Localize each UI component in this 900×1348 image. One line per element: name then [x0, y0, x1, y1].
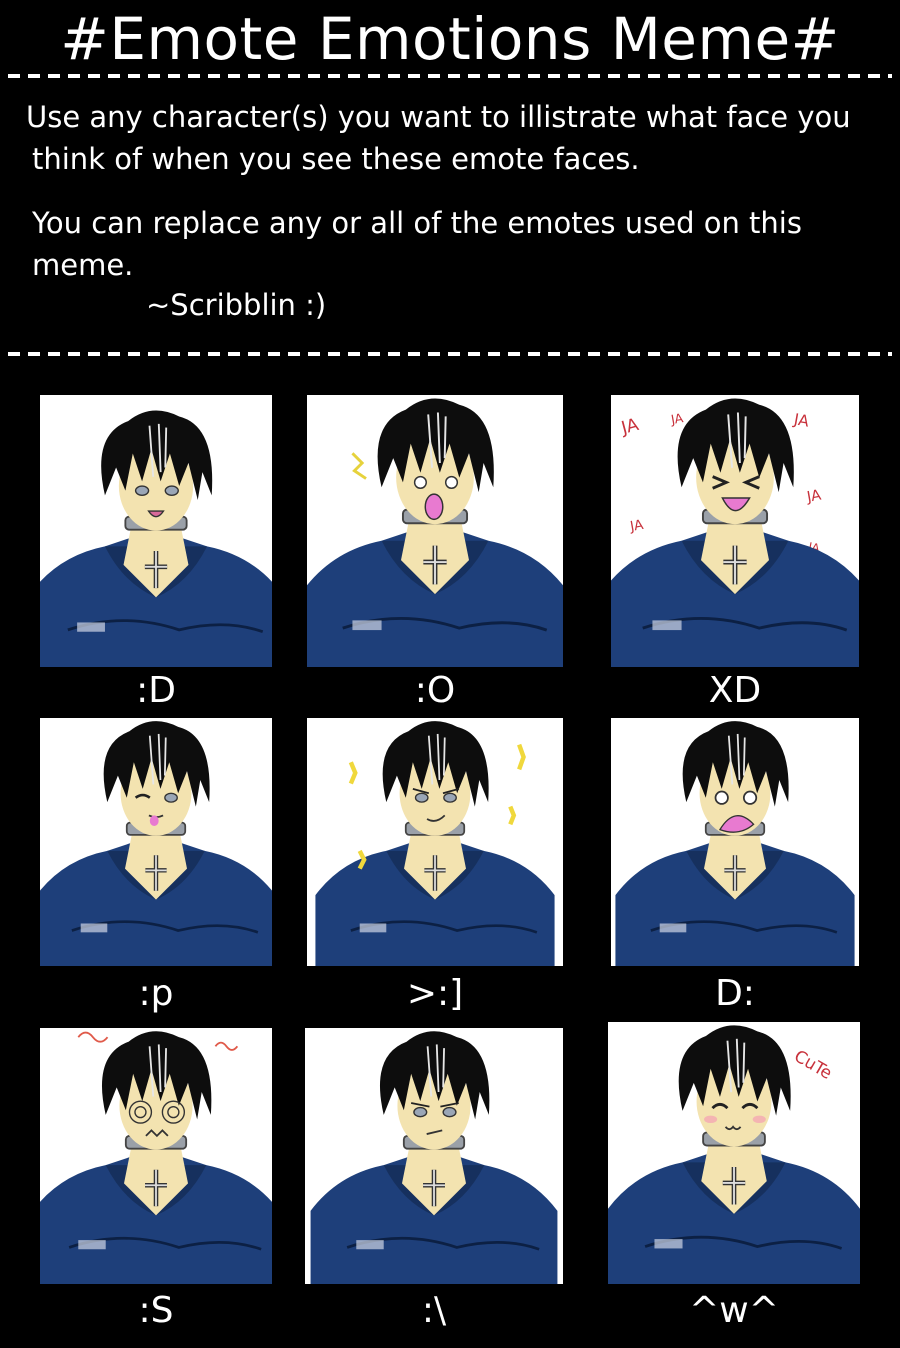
character-illustration	[307, 398, 563, 667]
ja-doodle: JA	[805, 487, 823, 506]
emote-panel-8	[305, 1028, 563, 1284]
character-illustration	[615, 721, 855, 966]
emote-label: D:	[715, 973, 755, 1014]
intro-line-2: think of when you see these emote faces.	[32, 142, 640, 176]
emote-panel-4	[40, 718, 272, 966]
ja-doodle: JA	[628, 517, 645, 535]
intro-line-1: Use any character(s) you want to illistr…	[26, 100, 851, 134]
emote-panel-3: JAJAJAJAJAJAJAJA	[611, 395, 859, 667]
emote-panel-9: CuTe	[608, 1022, 860, 1284]
emote-label: :S	[138, 1290, 174, 1331]
emote-label: :O	[414, 670, 456, 711]
emote-panel-6	[611, 718, 859, 966]
ja-doodle: JA	[792, 410, 811, 431]
ja-doodle: JA	[669, 410, 685, 427]
character-illustration	[310, 1031, 558, 1284]
character-illustration: JAJAJAJAJAJAJAJA	[611, 398, 859, 667]
emote-label: :\	[421, 1290, 447, 1331]
signature: ~Scribblin :)	[146, 288, 327, 322]
emote-panel-5	[307, 718, 563, 966]
emote-label: ^w^	[689, 1290, 779, 1331]
page-title: #Emote Emotions Meme#	[60, 5, 840, 73]
emote-panel-1	[40, 395, 272, 667]
divider-bottom	[8, 352, 892, 356]
character-illustration: CuTe	[608, 1025, 860, 1284]
emote-label: >:]	[406, 973, 464, 1014]
character-illustration	[315, 721, 555, 966]
emote-label: :p	[138, 973, 174, 1014]
emote-panel-2	[307, 395, 563, 667]
character-illustration	[40, 410, 272, 667]
character-illustration	[40, 721, 272, 966]
divider-top	[8, 74, 892, 78]
emote-panel-7	[40, 1028, 272, 1284]
emote-label: :D	[136, 670, 176, 711]
emote-label: XD	[708, 670, 762, 711]
intro-line-3: You can replace any or all of the emotes…	[32, 206, 802, 240]
cute-doodle: CuTe	[791, 1046, 836, 1083]
character-illustration	[40, 1031, 272, 1284]
ja-doodle: JA	[618, 415, 640, 439]
intro-line-4: meme.	[32, 248, 134, 282]
